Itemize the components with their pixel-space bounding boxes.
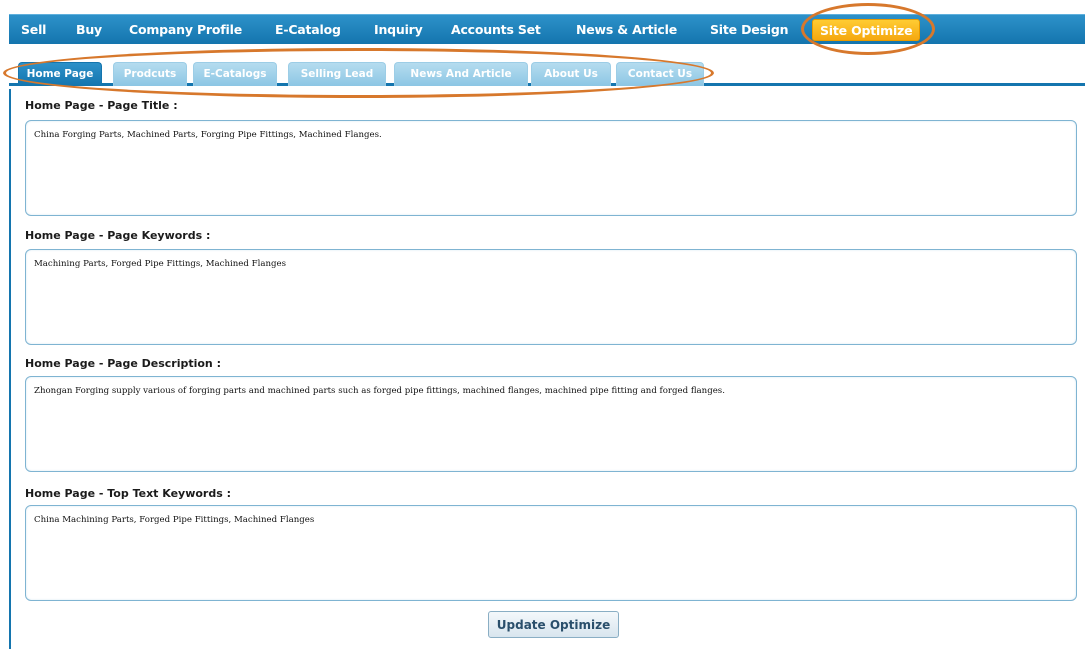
nav-company-profile[interactable]: Company Profile xyxy=(129,15,242,45)
top-navigation-bar: Sell Buy Company Profile E-Catalog Inqui… xyxy=(9,14,1085,44)
tab-prodcuts[interactable]: Prodcuts xyxy=(113,62,187,86)
update-optimize-button[interactable]: Update Optimize xyxy=(488,611,619,638)
page-keywords-label: Home Page - Page Keywords : xyxy=(25,229,211,242)
tab-news-and-article[interactable]: News And Article xyxy=(394,62,528,86)
sub-tab-bar: Home Page Prodcuts E-Catalogs Selling Le… xyxy=(9,58,1085,86)
top-text-keywords-field[interactable]: China Machining Parts, Forged Pipe Fitti… xyxy=(25,505,1077,601)
nav-buy[interactable]: Buy xyxy=(76,15,102,45)
tab-contact-us[interactable]: Contact Us xyxy=(616,62,704,86)
nav-sell[interactable]: Sell xyxy=(21,15,46,45)
page-description-label: Home Page - Page Description : xyxy=(25,357,221,370)
nav-inquiry[interactable]: Inquiry xyxy=(374,15,423,45)
nav-e-catalog[interactable]: E-Catalog xyxy=(275,15,341,45)
top-text-keywords-label: Home Page - Top Text Keywords : xyxy=(25,487,232,500)
nav-site-optimize[interactable]: Site Optimize xyxy=(812,19,921,41)
tab-about-us[interactable]: About Us xyxy=(531,62,611,86)
optimize-form-panel: Home Page - Page Title : China Forging P… xyxy=(9,89,1085,649)
tab-selling-lead[interactable]: Selling Lead xyxy=(288,62,386,86)
nav-news-article[interactable]: News & Article xyxy=(576,15,677,45)
tab-home-page[interactable]: Home Page xyxy=(18,62,102,86)
page-title-label: Home Page - Page Title : xyxy=(25,99,178,112)
tab-e-catalogs[interactable]: E-Catalogs xyxy=(193,62,277,86)
nav-site-design[interactable]: Site Design xyxy=(710,15,789,45)
page-keywords-field[interactable]: Machining Parts, Forged Pipe Fittings, M… xyxy=(25,249,1077,345)
page-description-field[interactable]: Zhongan Forging supply various of forgin… xyxy=(25,376,1077,472)
nav-accounts-set[interactable]: Accounts Set xyxy=(451,15,541,45)
page-title-field[interactable]: China Forging Parts, Machined Parts, For… xyxy=(25,120,1077,216)
